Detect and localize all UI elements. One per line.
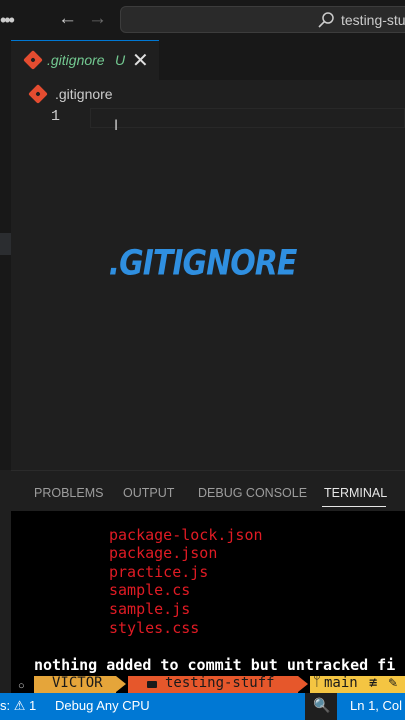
debug-configuration[interactable]: Debug Any CPU — [55, 698, 150, 713]
breadcrumb[interactable]: .gitignore — [55, 86, 113, 102]
close-icon[interactable]: ✕ — [132, 48, 149, 73]
untracked-file: package.json — [109, 544, 218, 562]
git-file-icon — [28, 84, 48, 104]
cursor-position[interactable]: Ln 1, Col — [350, 698, 402, 713]
problems-count[interactable]: s: ⚠ 1 — [0, 698, 36, 714]
powerline-separator — [116, 676, 126, 692]
untracked-file: package-lock.json — [109, 526, 263, 544]
command-center-search[interactable]: testing-stuff — [120, 6, 405, 33]
back-arrow-icon[interactable]: ← — [58, 8, 77, 30]
tab-problems[interactable]: PROBLEMS — [34, 486, 103, 500]
prompt-directory: testing-stuff — [165, 675, 275, 691]
untracked-file: practice.js — [109, 563, 209, 581]
video-overlay-title: .GITIGNORE — [108, 243, 298, 284]
branch-icon: ᛘ — [313, 675, 321, 690]
line-number: 1 — [51, 108, 61, 125]
search-icon — [318, 12, 334, 28]
edit-icon: ✎ — [388, 676, 399, 690]
prompt-user: VICTOR — [52, 675, 103, 691]
active-tab-indicator — [322, 506, 386, 507]
prompt-branch: main — [324, 675, 358, 691]
tab-debug-console[interactable]: DEBUG CONSOLE — [198, 486, 307, 500]
untracked-file: sample.js — [109, 600, 191, 618]
branch-status-icon: ≢ — [369, 675, 378, 691]
editor-current-line[interactable] — [90, 108, 405, 128]
search-text: testing-stuff — [341, 12, 405, 28]
forward-arrow-icon[interactable]: → — [88, 8, 107, 30]
prompt-circle-icon: ○ — [18, 680, 25, 692]
untracked-status-badge: U — [115, 52, 126, 68]
powerline-separator — [298, 676, 308, 692]
zoom-icon[interactable]: 🔍 — [313, 697, 330, 714]
untracked-file: styles.css — [109, 619, 200, 637]
tab-output[interactable]: OUTPUT — [123, 486, 174, 500]
folder-icon — [147, 681, 157, 688]
menu-icon[interactable]: ••• — [0, 10, 15, 31]
git-status-message: nothing added to commit but untracked fi — [34, 656, 396, 674]
text-cursor-icon: I — [114, 118, 119, 134]
tab-label: .gitignore — [47, 52, 105, 68]
untracked-file: sample.cs — [109, 581, 191, 599]
tab-terminal[interactable]: TERMINAL — [324, 486, 387, 500]
